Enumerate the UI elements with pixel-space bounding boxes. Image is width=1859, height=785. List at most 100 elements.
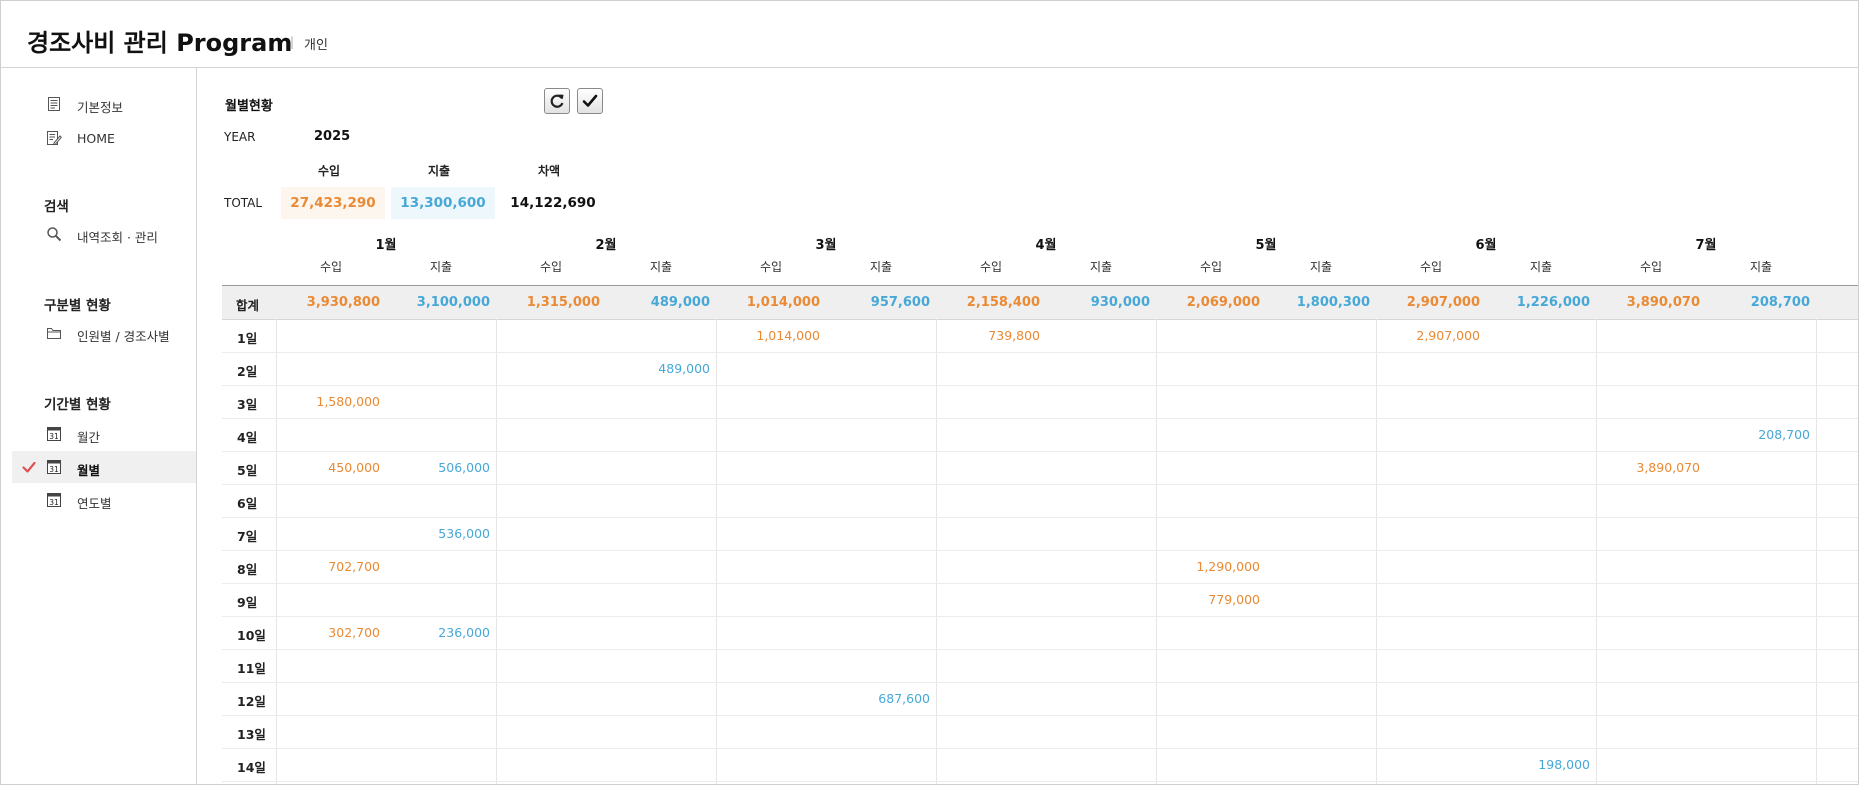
income-cell[interactable]: 702,700 bbox=[276, 559, 380, 574]
table-row: 9일 779,000 bbox=[222, 583, 1858, 617]
expense-column-header: 지출 bbox=[1749, 260, 1773, 274]
svg-text:31: 31 bbox=[49, 465, 59, 474]
month-income-total: 2,069,000 bbox=[1186, 295, 1260, 310]
sidebar-item-history[interactable]: 내역조회 · 관리 bbox=[12, 218, 196, 250]
month-income-total: 2,907,000 bbox=[1406, 295, 1480, 310]
month-expense-total: 208,700 bbox=[1750, 295, 1810, 310]
table-row: 12일 687,600 bbox=[222, 682, 1858, 716]
expense-cell[interactable]: 236,000 bbox=[386, 625, 490, 640]
section-title-category: 구분별 현황 bbox=[44, 298, 111, 314]
refresh-icon bbox=[550, 94, 564, 108]
main-content: 월별현황 YEAR 2025 수입 지출 차액 TOTAL 27,423,290… bbox=[197, 68, 1858, 784]
sidebar: 기본정보 HOME 검색 내역조회 · 관리 구분별 현황 인원별 / 경조사별… bbox=[12, 68, 197, 784]
day-label: 1일 bbox=[237, 331, 258, 346]
income-column-header: 수입 bbox=[1199, 260, 1223, 274]
summary-expense-header: 지출 bbox=[427, 164, 451, 178]
day-label: 10일 bbox=[237, 628, 266, 643]
expense-cell[interactable]: 506,000 bbox=[386, 460, 490, 475]
expense-cell[interactable]: 536,000 bbox=[386, 526, 490, 541]
month-income-total: 1,014,000 bbox=[746, 295, 820, 310]
section-title-search: 검색 bbox=[44, 199, 69, 215]
table-row: 7일 536,000 bbox=[222, 517, 1858, 551]
month-expense-total: 1,800,300 bbox=[1296, 295, 1370, 310]
expense-cell[interactable]: 198,000 bbox=[1486, 757, 1590, 772]
sidebar-item-label: 기본정보 bbox=[77, 100, 124, 115]
month-header: 1월 bbox=[375, 238, 397, 253]
expense-column-header: 지출 bbox=[869, 260, 893, 274]
refresh-button[interactable] bbox=[544, 88, 570, 114]
expense-column-header: 지출 bbox=[649, 260, 673, 274]
table-row: 3일 1,580,000 bbox=[222, 385, 1858, 419]
day-label: 3일 bbox=[237, 397, 258, 412]
section-title-period: 기간별 현황 bbox=[44, 397, 111, 413]
income-cell[interactable]: 2,907,000 bbox=[1376, 328, 1480, 343]
sidebar-item-home[interactable]: HOME bbox=[12, 122, 196, 154]
income-cell[interactable]: 1,580,000 bbox=[276, 394, 380, 409]
document-icon bbox=[48, 97, 60, 111]
income-column-header: 수입 bbox=[1639, 260, 1663, 274]
day-label: 4일 bbox=[237, 430, 258, 445]
expense-column-header: 지출 bbox=[1309, 260, 1333, 274]
day-label: 11일 bbox=[237, 661, 266, 676]
sidebar-item-monthly-view[interactable]: 31 월간 bbox=[12, 418, 196, 450]
summary-total-label: TOTAL bbox=[224, 196, 263, 210]
expense-cell[interactable]: 208,700 bbox=[1706, 427, 1810, 442]
day-label: 6일 bbox=[237, 496, 258, 511]
table-row: 5일 450,000 506,000 3,890,070 bbox=[222, 451, 1858, 485]
sidebar-item-basic-info[interactable]: 기본정보 bbox=[12, 88, 196, 120]
income-cell[interactable]: 739,800 bbox=[936, 328, 1040, 343]
app-header: 경조사비 관리 Program | 개인 bbox=[1, 1, 1858, 68]
page-title: 월별현황 bbox=[225, 99, 273, 114]
expense-cell[interactable]: 489,000 bbox=[606, 361, 710, 376]
month-header: 2월 bbox=[595, 238, 617, 253]
monthly-sum-row: 합계 3,930,800 3,100,000 1,315,000 489,000 1,0… bbox=[222, 286, 1858, 320]
sidebar-item-label: 월별 bbox=[77, 463, 101, 478]
income-column-header: 수입 bbox=[979, 260, 1003, 274]
expense-cell[interactable]: 687,600 bbox=[826, 691, 930, 706]
day-label: 9일 bbox=[237, 595, 258, 610]
day-label: 14일 bbox=[237, 760, 266, 775]
income-cell[interactable]: 302,700 bbox=[276, 625, 380, 640]
table-row: 10일 302,700 236,000 bbox=[222, 616, 1858, 650]
table-row: 14일 198,000 bbox=[222, 748, 1858, 782]
month-income-total: 2,158,400 bbox=[966, 295, 1040, 310]
month-income-total: 1,315,000 bbox=[526, 295, 600, 310]
expense-column-header: 지출 bbox=[429, 260, 453, 274]
app-window: 경조사비 관리 Program | 개인 기본정보 HOME 검색 내역조회 ·… bbox=[0, 0, 1859, 785]
confirm-button[interactable] bbox=[577, 88, 603, 114]
sum-row-label: 합계 bbox=[236, 298, 260, 313]
table-row: 8일 702,700 1,290,000 bbox=[222, 550, 1858, 584]
month-income-total: 3,930,800 bbox=[306, 295, 380, 310]
income-cell[interactable]: 3,890,070 bbox=[1596, 460, 1700, 475]
sidebar-item-label: 인원별 / 경조사별 bbox=[77, 329, 170, 344]
table-row: 2일 489,000 bbox=[222, 352, 1858, 386]
edit-document-icon bbox=[47, 131, 62, 146]
income-column-header: 수입 bbox=[319, 260, 343, 274]
day-label: 2일 bbox=[237, 364, 258, 379]
income-column-header: 수입 bbox=[759, 260, 783, 274]
income-cell[interactable]: 450,000 bbox=[276, 460, 380, 475]
sidebar-item-label: HOME bbox=[77, 131, 115, 146]
year-value[interactable]: 2025 bbox=[314, 129, 350, 144]
sidebar-item-by-year[interactable]: 31 연도별 bbox=[12, 484, 196, 516]
sidebar-item-by-person-event[interactable]: 인원별 / 경조사별 bbox=[12, 317, 196, 349]
month-expense-total: 1,226,000 bbox=[1516, 295, 1590, 310]
income-column-header: 수입 bbox=[539, 260, 563, 274]
month-expense-total: 3,100,000 bbox=[416, 295, 490, 310]
income-cell[interactable]: 779,000 bbox=[1156, 592, 1260, 607]
day-label: 8일 bbox=[237, 562, 258, 577]
table-row: 6일 bbox=[222, 484, 1858, 518]
year-label: YEAR bbox=[224, 130, 256, 144]
sidebar-item-by-month[interactable]: 31 월별 bbox=[12, 451, 196, 483]
sidebar-item-label: 연도별 bbox=[77, 496, 112, 511]
expense-column-header: 지출 bbox=[1529, 260, 1553, 274]
sidebar-item-label: 월간 bbox=[77, 430, 101, 445]
income-cell[interactable]: 1,014,000 bbox=[716, 328, 820, 343]
calendar-icon: 31 bbox=[47, 493, 61, 507]
month-header: 4월 bbox=[1035, 238, 1057, 253]
app-subtitle: 개인 bbox=[304, 38, 328, 53]
income-cell[interactable]: 1,290,000 bbox=[1156, 559, 1260, 574]
folder-icon bbox=[47, 328, 61, 339]
income-column-header: 수입 bbox=[1419, 260, 1443, 274]
app-title: 경조사비 관리 Program bbox=[27, 29, 293, 57]
